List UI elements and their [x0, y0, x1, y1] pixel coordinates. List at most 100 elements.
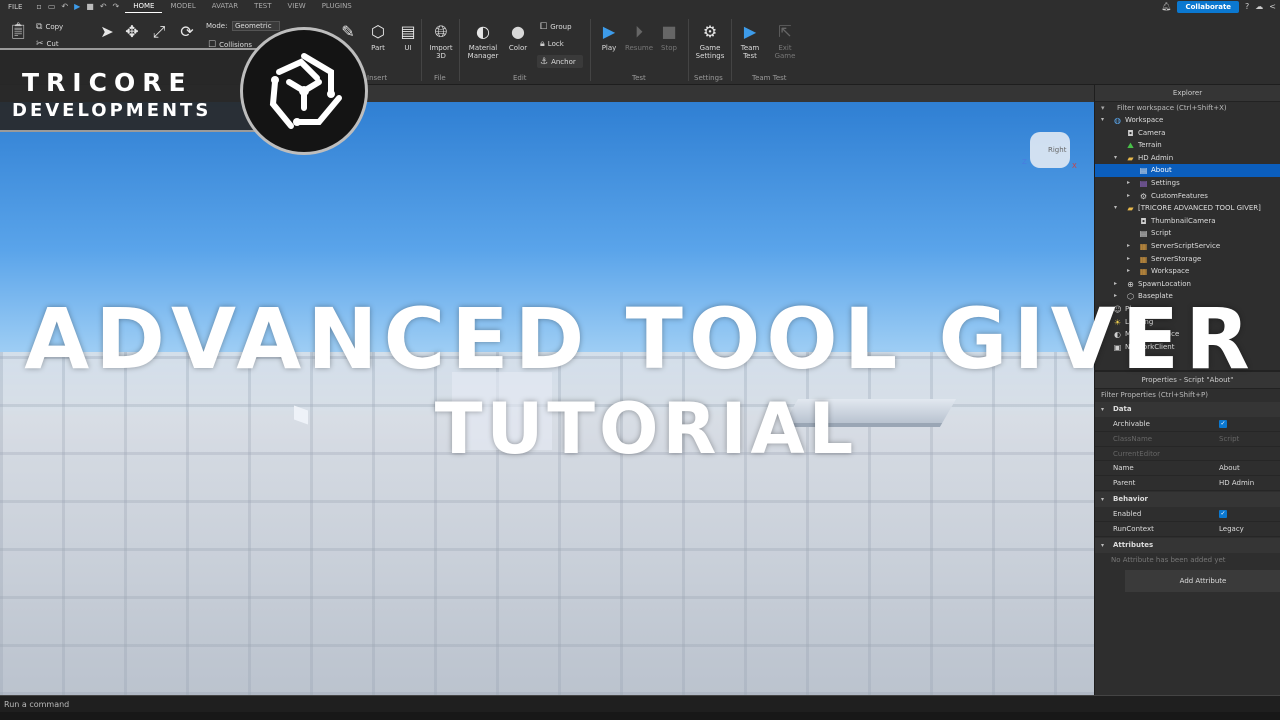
- bell-icon[interactable]: 🔔︎: [1161, 2, 1171, 11]
- collapsed-arrow-icon[interactable]: ▸: [1127, 265, 1130, 278]
- explorer-item-label: ThumbnailCamera: [1151, 216, 1216, 225]
- tab-view[interactable]: VIEW: [279, 0, 313, 13]
- separator: [421, 19, 422, 81]
- help-icon[interactable]: ?: [1245, 2, 1249, 11]
- view-cube-right-label: Right: [1048, 146, 1067, 154]
- tricore-logo-icon: [269, 53, 342, 129]
- paste-button[interactable]: 📋︎: [8, 21, 28, 40]
- tab-avatar[interactable]: AVATAR: [204, 0, 246, 13]
- resume-button[interactable]: ⏵︎ Resume: [624, 23, 654, 53]
- redo-arrow-icon[interactable]: ↷: [113, 2, 120, 11]
- prop-value[interactable]: Legacy: [1219, 522, 1244, 537]
- part-button[interactable]: ⬡ Part: [366, 23, 390, 53]
- game-sub-label: Settings: [695, 52, 725, 60]
- mode-dropdown[interactable]: Geometric: [232, 21, 280, 31]
- team-test-icon: ▶: [743, 22, 757, 41]
- explorer-item-thumbnailcamera[interactable]: ◘ ThumbnailCamera: [1095, 215, 1280, 228]
- anchor-button[interactable]: ⚓︎ Anchor: [540, 57, 576, 67]
- view-cube[interactable]: Right Z X: [1022, 132, 1077, 170]
- explorer-item-workspace[interactable]: ▸ ▦ Workspace: [1095, 265, 1280, 278]
- new-file-icon[interactable]: ▫: [36, 2, 41, 11]
- stop-button[interactable]: ■ Stop: [657, 23, 681, 53]
- collapsed-arrow-icon[interactable]: ▸: [1127, 253, 1130, 266]
- explorer-item-about[interactable]: ▤ About: [1095, 164, 1280, 177]
- play-button[interactable]: ▶ Play: [597, 23, 621, 53]
- tab-home[interactable]: HOME: [125, 0, 163, 13]
- explorer-item-customfeatures[interactable]: ▸ ⚙ CustomFeatures: [1095, 190, 1280, 203]
- terrain-icon: ⛰: [1127, 141, 1134, 151]
- import-3d-button[interactable]: 🌐︎ Import 3D: [425, 23, 457, 61]
- explorer-item-label: Settings: [1151, 178, 1180, 187]
- undo-icon[interactable]: ↶: [61, 2, 68, 11]
- collapsed-arrow-icon[interactable]: ▸: [1114, 278, 1117, 291]
- material-manager-button[interactable]: ◐ Material Manager: [464, 23, 502, 61]
- add-attribute-button[interactable]: Add Attribute: [1125, 569, 1280, 592]
- copy-button[interactable]: ⧉ Copy: [36, 22, 63, 32]
- rotate-icon: ⟳: [180, 22, 194, 41]
- rotate-tool-button[interactable]: ⟳: [177, 23, 197, 44]
- group-button[interactable]: ⧠ Group: [540, 22, 572, 32]
- cloud-icon[interactable]: ☁: [1255, 2, 1263, 11]
- prop-enabled[interactable]: Enabled ✓: [1095, 507, 1280, 522]
- tab-model[interactable]: MODEL: [162, 0, 203, 13]
- quick-stop-icon[interactable]: ■: [86, 2, 94, 11]
- explorer-item-tricore-advanced-tool-giver[interactable]: ▾ ▰ [TRICORE ADVANCED TOOL GIVER]: [1095, 202, 1280, 215]
- share-icon[interactable]: <: [1269, 2, 1276, 11]
- explorer-item-script[interactable]: ▤ Script: [1095, 227, 1280, 240]
- command-input[interactable]: [4, 698, 1094, 711]
- menu-bar: FILE ▫ ▭ ↶ ▶ ■ ↶ ↷ HOME MODEL AVATAR TES…: [0, 0, 1280, 13]
- collapse-arrow-icon: ▾: [1101, 495, 1105, 503]
- explorer-item-camera[interactable]: ◘ Camera: [1095, 127, 1280, 140]
- explorer-item-hd-admin[interactable]: ▾ ▰ HD Admin: [1095, 152, 1280, 165]
- team-label: Team: [740, 44, 760, 52]
- expanded-arrow-icon[interactable]: ▾: [1101, 114, 1104, 127]
- save-icon[interactable]: ▭: [48, 2, 56, 11]
- explorer-filter[interactable]: ▾ Filter workspace (Ctrl+Shift+X): [1095, 102, 1280, 114]
- prop-value[interactable]: HD Admin: [1219, 476, 1254, 491]
- section-attributes[interactable]: ▾ Attributes: [1095, 537, 1280, 553]
- explorer-item-terrain[interactable]: ⛰ Terrain: [1095, 139, 1280, 152]
- exit-label: Exit: [778, 44, 792, 52]
- expanded-arrow-icon[interactable]: ▾: [1114, 202, 1117, 215]
- game-label: Game: [699, 44, 721, 52]
- explorer-item-label: HD Admin: [1138, 153, 1174, 162]
- expanded-arrow-icon[interactable]: ▾: [1114, 152, 1117, 165]
- copy-icon: ⧉: [36, 22, 43, 32]
- explorer-item-serverstorage[interactable]: ▸ ▦ ServerStorage: [1095, 253, 1280, 266]
- lock-label: Lock: [547, 40, 564, 48]
- section-behavior[interactable]: ▾ Behavior: [1095, 491, 1280, 507]
- collapsed-arrow-icon[interactable]: ▸: [1127, 177, 1130, 190]
- team-test-button[interactable]: ▶ Team Test: [736, 22, 764, 61]
- quick-play-icon[interactable]: ▶: [74, 2, 80, 11]
- move-icon: ✥: [125, 22, 139, 41]
- explorer-item-label: Camera: [1138, 128, 1166, 137]
- undo-arrow-icon[interactable]: ↶: [100, 2, 107, 11]
- ui-icon: ▤: [400, 22, 416, 41]
- exit-game-button[interactable]: ⇱ Exit Game: [771, 23, 799, 61]
- prop-value: ✓: [1219, 507, 1227, 522]
- lock-button[interactable]: 🔒︎ Lock: [540, 39, 564, 49]
- status-bar: [0, 712, 1280, 720]
- file-menu[interactable]: FILE: [0, 3, 30, 11]
- collapsed-arrow-icon[interactable]: ▸: [1127, 240, 1130, 253]
- tab-plugins[interactable]: PLUGINS: [314, 0, 360, 13]
- explorer-item-serverscriptservice[interactable]: ▸ ▦ ServerScriptService: [1095, 240, 1280, 253]
- select-tool-button[interactable]: ➤: [97, 23, 117, 44]
- ui-button[interactable]: ▤ UI: [396, 22, 420, 53]
- move-tool-button[interactable]: ✥: [122, 23, 142, 44]
- collaborate-button[interactable]: Collaborate: [1177, 0, 1240, 13]
- explorer-item-workspace[interactable]: ▾ ◍ Workspace: [1095, 114, 1280, 127]
- separator: [459, 19, 460, 81]
- tab-test[interactable]: TEST: [246, 0, 279, 13]
- game-settings-button[interactable]: ⚙ Game Settings: [693, 23, 727, 61]
- checkbox-checked-icon[interactable]: ✓: [1219, 509, 1227, 518]
- explorer-item-settings[interactable]: ▸ ▤ Settings: [1095, 177, 1280, 190]
- collapsed-arrow-icon[interactable]: ▸: [1127, 190, 1130, 203]
- video-title-line-2: TUTORIAL: [434, 388, 858, 470]
- prop-runcontext[interactable]: RunContext Legacy: [1095, 522, 1280, 537]
- explorer-item-spawnlocation[interactable]: ▸ ⊕ SpawnLocation: [1095, 278, 1280, 291]
- color-button[interactable]: ● Color: [505, 23, 531, 53]
- test-group-label: Test: [632, 74, 646, 82]
- scale-tool-button[interactable]: ⤢: [149, 23, 169, 44]
- prop-parent[interactable]: Parent HD Admin: [1095, 476, 1280, 491]
